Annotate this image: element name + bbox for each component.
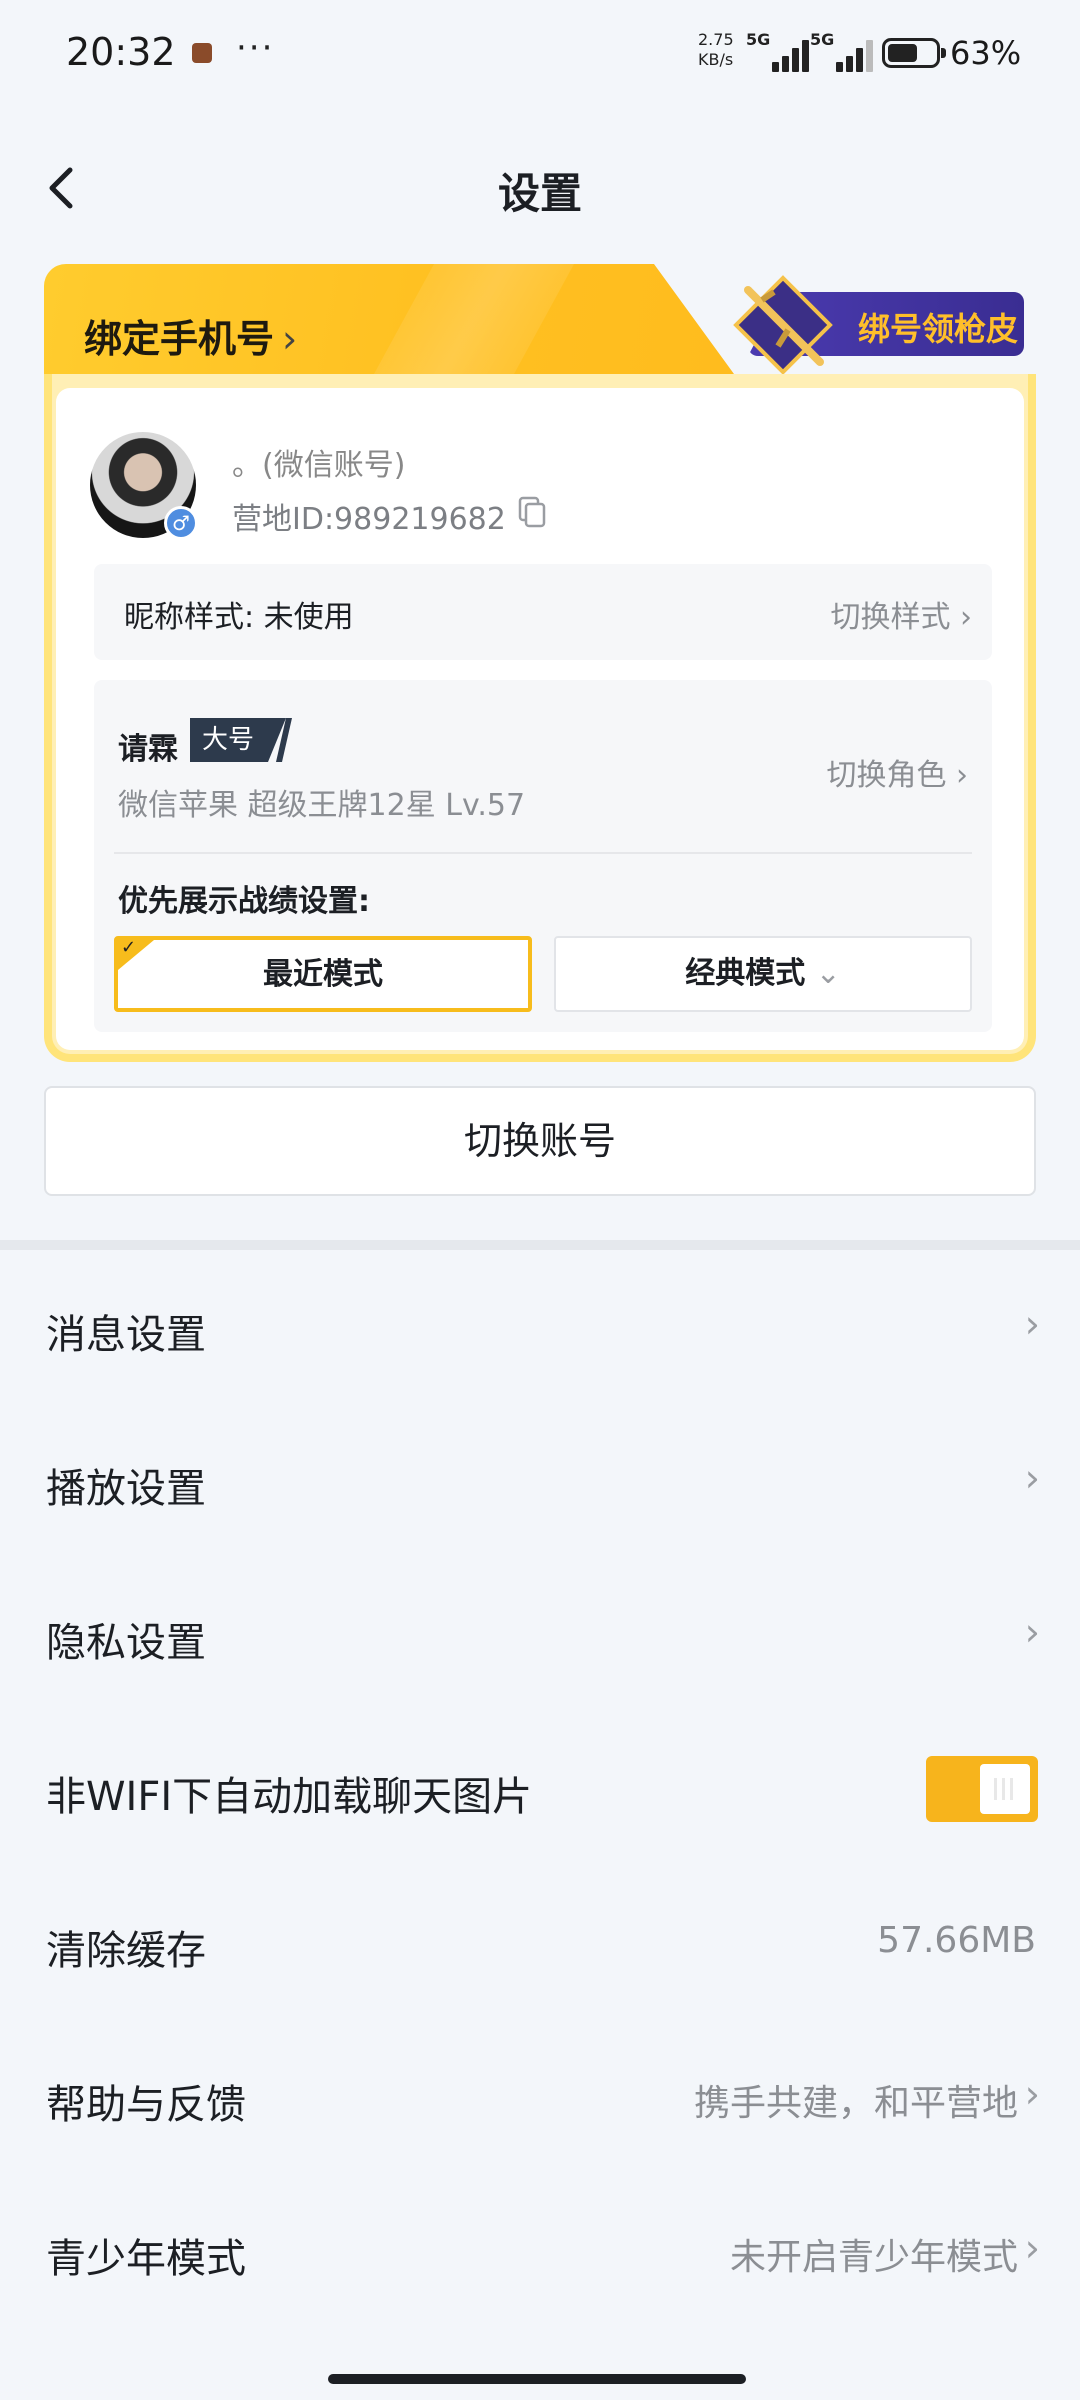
playback-settings-row[interactable]: 播放设置 › [0,1406,1080,1560]
toggle-knob [980,1764,1030,1814]
row-label: 隐私设置 [46,1620,206,1666]
clear-cache-row[interactable]: 清除缓存 57.66MB [0,1868,1080,2022]
row-label: 青少年模式 [46,2236,246,2282]
row-label: 消息设置 [46,1312,206,1358]
privacy-settings-row[interactable]: 隐私设置 › [0,1560,1080,1714]
row-label: 清除缓存 [46,1928,206,1974]
battery-percentage: 63% [950,34,1022,72]
main-account-badge: 大号 [190,718,286,762]
skin-badge-label: 绑号领枪皮 › [858,310,1043,348]
row-label: 非WIFI下自动加载聊天图片 [46,1774,533,1820]
help-feedback-row[interactable]: 帮助与反馈 携手共建，和平营地 › [0,2022,1080,2176]
auto-load-images-row: 非WIFI下自动加载聊天图片 [0,1714,1080,1868]
row-label: 帮助与反馈 [46,2082,246,2128]
nickname-style-label: 昵称样式: 未使用 [124,600,354,635]
camp-id: 营地ID:989219682 [232,502,506,537]
bind-phone-link[interactable]: 绑定手机号 › [84,308,297,363]
chevron-right-icon: › [1024,1302,1040,1346]
copy-icon[interactable] [518,496,546,528]
status-bar: 20:32 ··· 2.75 KB/s 5G 5G 63% [0,0,1080,110]
role-panel: 请霖 大号 微信苹果 超级王牌12星 Lv.57 切换角色 › 优先展示战绩设置… [94,680,992,1032]
switch-account-button[interactable]: 切换账号 [44,1086,1036,1196]
network-speed-value: 2.75 [698,30,734,49]
cache-size: 57.66MB [877,1920,1036,1961]
battery-icon [882,38,946,68]
row-value: 未开启青少年模式 [729,2237,1018,2278]
auto-load-images-toggle[interactable] [926,1756,1038,1822]
recent-mode-button[interactable]: ✓ 最近模式 [114,936,532,1012]
chevron-right-icon: › [1024,1456,1040,1500]
network-speed-unit: KB/s [698,50,734,69]
row-label: 播放设置 [46,1466,206,1512]
row-value: 携手共建，和平营地 [693,2083,1018,2124]
checkmark-icon: ✓ [121,937,137,958]
switch-role-link[interactable]: 切换角色 › [826,750,968,794]
account-card: 绑定手机号 › 绑号领枪皮 › ♂ 。(微信账号) 营地ID:989219682 … [44,264,1036,1062]
role-meta: 微信苹果 超级王牌12星 Lv.57 [118,788,526,823]
teen-mode-row[interactable]: 青少年模式 未开启青少年模式 › [0,2176,1080,2330]
record-preference-label: 优先展示战绩设置: [118,884,370,919]
app-notification-icon [192,43,212,63]
chevron-right-icon: › [1024,2072,1040,2116]
home-indicator[interactable] [328,2374,746,2384]
chevron-right-icon: › [1024,2226,1040,2270]
nickname: 。(微信账号) [232,448,406,483]
gun-skin-icon [733,275,833,375]
male-gender-icon: ♂ [164,506,198,540]
nickname-style-row[interactable]: 昵称样式: 未使用 切换样式 › [94,564,992,660]
recent-mode-label: 最近模式 [263,957,383,992]
chevron-right-icon: › [282,317,298,361]
battery-fill [888,44,917,62]
classic-mode-label: 经典模式 [685,956,806,991]
divider [114,852,972,854]
section-divider [0,1240,1080,1250]
status-time: 20:32 [66,30,176,74]
network-speed: 2.75 KB/s [698,30,734,70]
bind-phone-label: 绑定手机号 [84,317,275,361]
message-settings-row[interactable]: 消息设置 › [0,1252,1080,1406]
chevron-right-icon: › [1024,1610,1040,1654]
role-name: 请霖 [118,732,178,767]
more-notifications-icon: ··· [236,28,275,68]
switch-style-link: 切换样式 › [830,600,972,635]
classic-mode-dropdown[interactable]: 经典模式 ⌄ [554,936,972,1012]
chevron-down-icon: ⌄ [815,956,841,991]
page-title: 设置 [497,169,582,218]
